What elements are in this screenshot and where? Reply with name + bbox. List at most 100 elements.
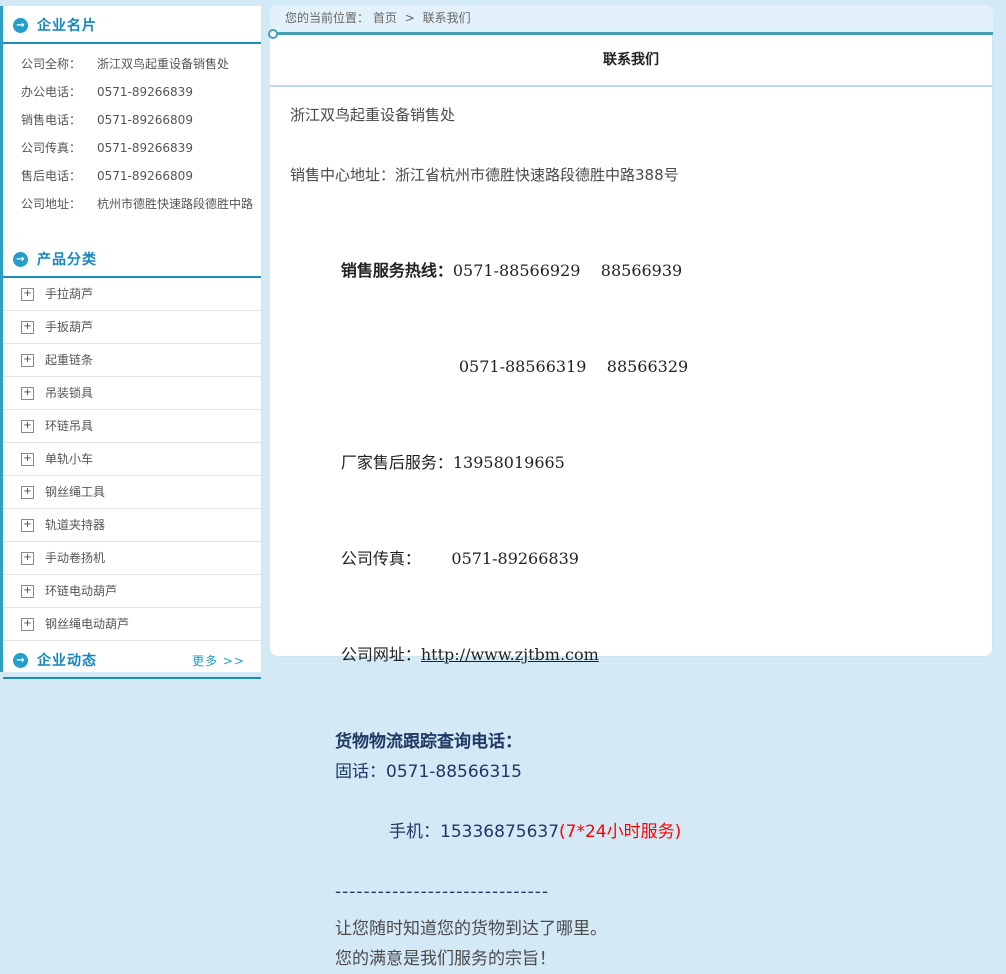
company-news-header: → 企业动态 更多 >>	[3, 641, 261, 679]
info-value: 杭州市德胜快速路段德胜中路	[97, 190, 255, 218]
category-label: 吊装锁具	[45, 377, 93, 409]
sales-hotline-line: 销售服务热线：0571-88566929 88566939	[290, 223, 972, 319]
website-link[interactable]: http://www.zjtbm.com	[421, 645, 599, 664]
info-value: 0571-89266809	[97, 162, 255, 190]
logistics-title: 货物物流跟踪查询电话：	[335, 727, 972, 757]
expand-plus-icon: +	[21, 519, 34, 532]
logistics-mobile-number: 手机：15336875637	[389, 822, 559, 842]
fax-label: 公司传真：	[341, 549, 421, 568]
news-more-link[interactable]: 更多 >>	[192, 652, 245, 669]
arrow-bullet-icon: →	[13, 252, 28, 267]
category-label: 手动卷扬机	[45, 542, 105, 574]
category-item-chain-sling[interactable]: + 环链吊具	[3, 410, 261, 443]
expand-plus-icon: +	[21, 552, 34, 565]
info-value: 0571-89266809	[97, 106, 255, 134]
info-row-fax: 公司传真： 0571-89266839	[21, 134, 255, 162]
aftersales-label: 厂家售后服务：	[341, 453, 453, 472]
sales-center-address-line: 销售中心地址：浙江省杭州市德胜快速路段德胜中路388号	[290, 163, 972, 187]
logistics-landline-line: 固话：0571-88566315	[335, 757, 972, 787]
breadcrumb: 您的当前位置： 首页 > 联系我们	[270, 5, 993, 32]
sales-hotline-label: 销售服务热线：	[341, 261, 453, 280]
category-item-hand-chain-hoist[interactable]: + 手拉葫芦	[3, 278, 261, 311]
content-body: 浙江双鸟起重设备销售处 销售中心地址：浙江省杭州市德胜快速路段德胜中路388号 …	[270, 87, 992, 974]
info-row-company-name: 公司全称： 浙江双鸟起重设备销售处	[21, 50, 255, 78]
sidebar: → 企业名片 公司全称： 浙江双鸟起重设备销售处 办公电话： 0571-8926…	[0, 6, 261, 672]
info-value: 0571-89266839	[97, 78, 255, 106]
rule-dot-icon	[268, 29, 278, 39]
category-item-lifting-chain[interactable]: + 起重链条	[3, 344, 261, 377]
category-label: 钢丝绳工具	[45, 476, 105, 508]
category-label: 单轨小车	[45, 443, 93, 475]
category-item-monorail-trolley[interactable]: + 单轨小车	[3, 443, 261, 476]
info-row-office-phone: 办公电话： 0571-89266839	[21, 78, 255, 106]
sales-hotline-numbers: 0571-88566929 88566939	[453, 261, 682, 280]
company-name-line: 浙江双鸟起重设备销售处	[290, 103, 972, 127]
category-item-lever-hoist[interactable]: + 手扳葫芦	[3, 311, 261, 344]
logistics-note-line: 您的满意是我们服务的宗旨！	[335, 944, 972, 974]
info-label: 公司地址：	[21, 190, 97, 218]
sales-hotline-numbers2: 0571-88566319 88566329	[459, 357, 688, 376]
info-row-aftersales-phone: 售后电话： 0571-89266809	[21, 162, 255, 190]
company-info-list: 公司全称： 浙江双鸟起重设备销售处 办公电话： 0571-89266839 销售…	[3, 44, 261, 220]
expand-plus-icon: +	[21, 387, 34, 400]
dashed-divider: ------------------------------	[335, 877, 972, 907]
category-label: 手扳葫芦	[45, 311, 93, 343]
breadcrumb-prefix: 您的当前位置：	[285, 11, 369, 25]
category-item-wire-rope-tools[interactable]: + 钢丝绳工具	[3, 476, 261, 509]
category-item-wire-rope-electric-hoist[interactable]: + 钢丝绳电动葫芦	[3, 608, 261, 641]
arrow-bullet-icon: →	[13, 18, 28, 33]
product-categories-title: 产品分类	[37, 249, 97, 269]
expand-plus-icon: +	[21, 354, 34, 367]
breadcrumb-current-link[interactable]: 联系我们	[423, 11, 471, 25]
website-label: 公司网址：	[341, 645, 421, 664]
info-value: 0571-89266839	[97, 134, 255, 162]
company-card-header: → 企业名片	[3, 6, 261, 44]
fax-line: 公司传真： 0571-89266839	[290, 511, 972, 607]
content-panel: 联系我们 浙江双鸟起重设备销售处 销售中心地址：浙江省杭州市德胜快速路段德胜中路…	[270, 35, 993, 657]
category-label: 钢丝绳电动葫芦	[45, 608, 129, 640]
page-title: 联系我们	[270, 35, 992, 87]
logistics-note-line: 让您随时知道您的货物到达了哪里。	[335, 914, 972, 944]
category-label: 起重链条	[45, 344, 93, 376]
breadcrumb-home-link[interactable]: 首页	[373, 11, 397, 25]
expand-plus-icon: +	[21, 321, 34, 334]
logistics-mobile-line: 手机：15336875637(7*24小时服务)	[335, 787, 972, 877]
category-item-electric-chain-hoist[interactable]: + 环链电动葫芦	[3, 575, 261, 608]
service-hours-note: (7*24小时服务)	[559, 822, 681, 842]
info-label: 公司全称：	[21, 50, 97, 78]
logistics-block: 货物物流跟踪查询电话： 固话：0571-88566315 手机：15336875…	[290, 727, 972, 974]
expand-plus-icon: +	[21, 453, 34, 466]
product-categories-header: → 产品分类	[3, 240, 261, 278]
breadcrumb-separator: >	[405, 11, 415, 25]
company-card-title: 企业名片	[37, 15, 97, 35]
expand-plus-icon: +	[21, 288, 34, 301]
expand-plus-icon: +	[21, 486, 34, 499]
category-item-manual-winch[interactable]: + 手动卷扬机	[3, 542, 261, 575]
info-label: 办公电话：	[21, 78, 97, 106]
arrow-bullet-icon: →	[13, 653, 28, 668]
info-label: 公司传真：	[21, 134, 97, 162]
info-row-sales-phone: 销售电话： 0571-89266809	[21, 106, 255, 134]
contact-phone-block: 销售服务热线：0571-88566929 88566939 0571-88566…	[290, 223, 972, 703]
expand-plus-icon: +	[21, 420, 34, 433]
expand-plus-icon: +	[21, 585, 34, 598]
category-item-rigging-locks[interactable]: + 吊装锁具	[3, 377, 261, 410]
company-news-title: 企业动态	[37, 650, 192, 670]
sales-hotline-line2: 0571-88566319 88566329	[290, 319, 972, 415]
category-label: 手拉葫芦	[45, 278, 93, 310]
aftersales-service-line: 厂家售后服务：13958019665	[290, 415, 972, 511]
main-panel: 您的当前位置： 首页 > 联系我们 联系我们 浙江双鸟起重设备销售处 销售中心地…	[270, 5, 993, 657]
category-item-rail-clamp[interactable]: + 轨道夹持器	[3, 509, 261, 542]
info-label: 销售电话：	[21, 106, 97, 134]
info-value: 浙江双鸟起重设备销售处	[97, 50, 255, 78]
aftersales-number: 13958019665	[453, 453, 565, 472]
website-line: 公司网址：http://www.zjtbm.com	[290, 607, 972, 703]
expand-plus-icon: +	[21, 618, 34, 631]
category-label: 环链电动葫芦	[45, 575, 117, 607]
category-label: 环链吊具	[45, 410, 93, 442]
info-row-address: 公司地址： 杭州市德胜快速路段德胜中路	[21, 190, 255, 218]
category-label: 轨道夹持器	[45, 509, 105, 541]
product-category-list: + 手拉葫芦 + 手扳葫芦 + 起重链条 + 吊装锁具 + 环链吊具 + 单轨小…	[3, 278, 261, 641]
breadcrumb-rule	[270, 32, 993, 35]
info-label: 售后电话：	[21, 162, 97, 190]
